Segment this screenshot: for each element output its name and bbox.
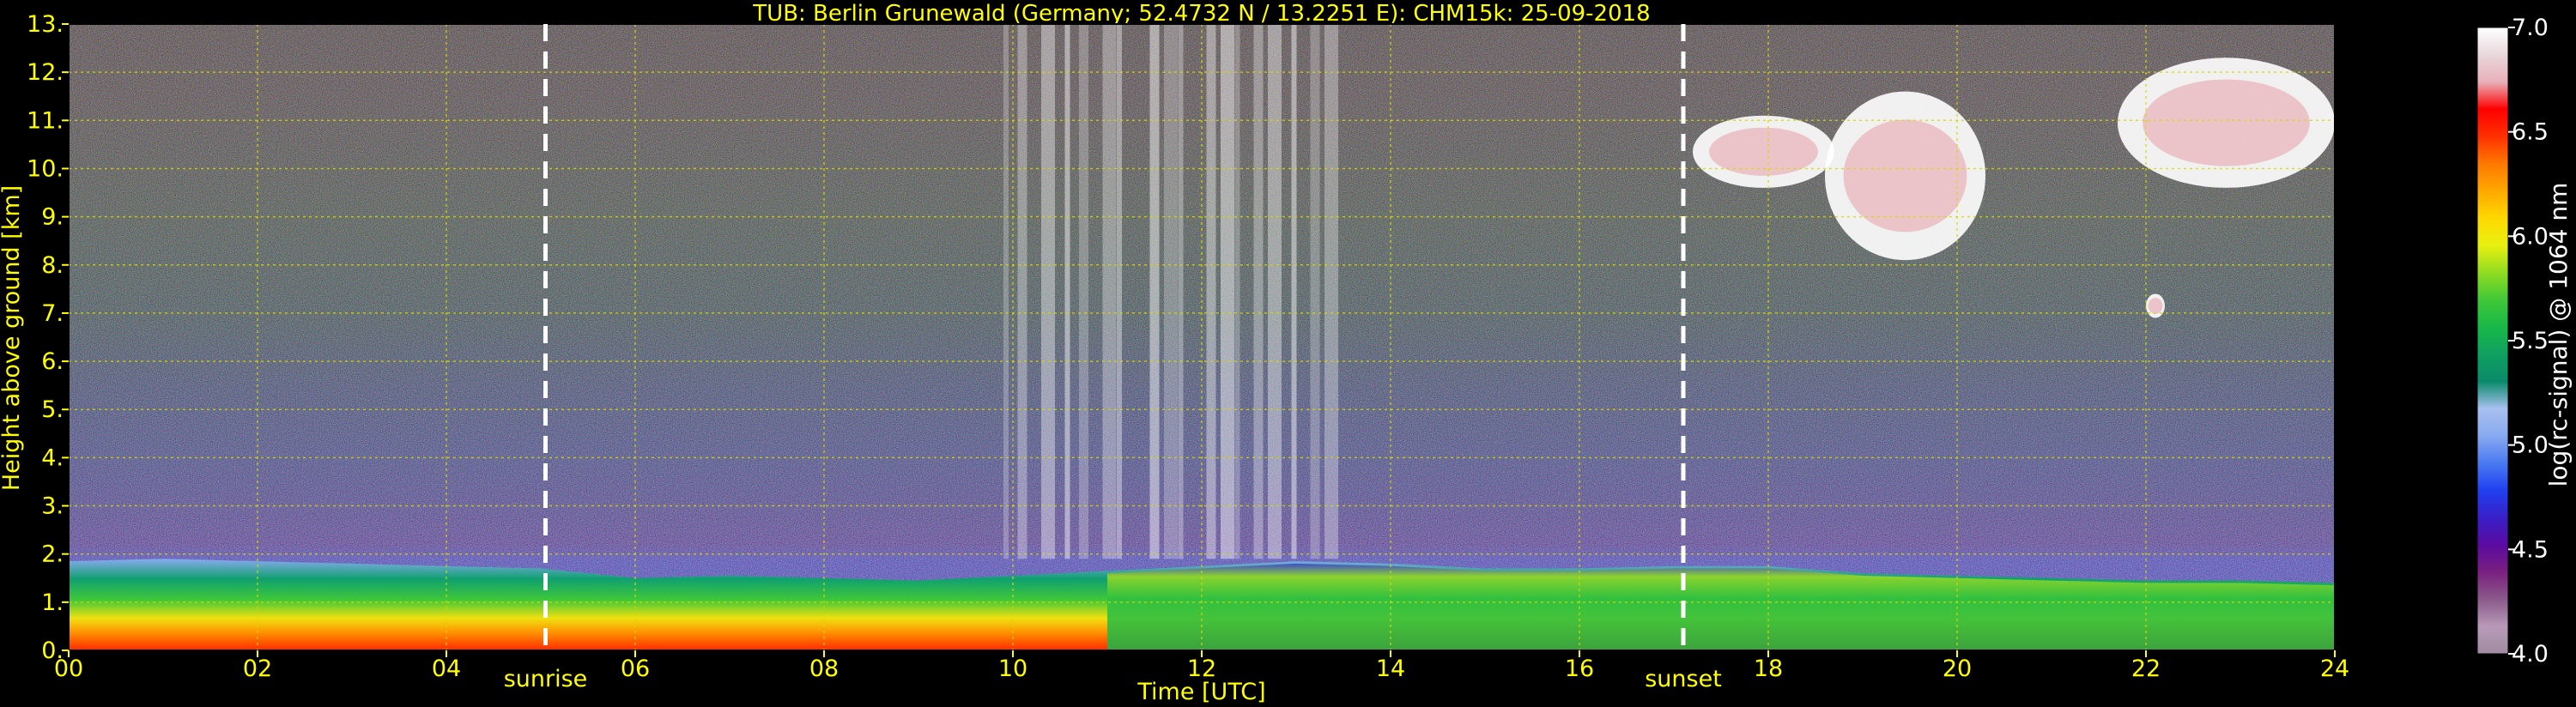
x-tick-label: 22 [2131,656,2161,682]
noise-streak [1253,24,1264,559]
noise-streak [1234,24,1240,559]
colorbar-tick-label: 5.0 [2512,432,2549,459]
noise-streak [1178,24,1184,559]
y-axis-label: Height above ground [km] [0,185,25,491]
noise-streak [1003,24,1009,559]
colorbar: 4.0 4.5 5.0 5.5 6.0 6.5 7.0 [2476,15,2549,668]
y-tick-label: 6. [41,348,64,375]
y-tick-label: 9. [41,204,64,231]
x-tick-label: 04 [432,656,461,682]
cloud-core [2143,79,2310,166]
colorbar-tick-label: 6.0 [2512,223,2549,250]
y-tick-label: 12. [27,59,64,86]
colorbar-tick-label: 5.5 [2512,328,2549,354]
noise-streak [1117,24,1122,559]
y-tick-label: 11. [27,107,64,134]
noise-streak [1017,24,1027,559]
y-tick-label: 4. [41,444,64,471]
chart-title: TUB: Berlin Grunewald (Germany; 52.4732 … [752,1,1650,27]
y-tick-label: 1. [41,589,64,616]
noise-streak [1041,24,1055,559]
colorbar-tick-label: 6.5 [2512,119,2549,146]
sun-marker-label: sunset [1645,666,1722,692]
y-tick-label: 2. [41,541,64,568]
ceilometer-figure: TUB: Berlin Grunewald (Germany; 52.4732 … [0,1,2573,705]
sun-marker-label: sunrise [504,666,588,692]
colorbar-tick-label: 4.0 [2512,641,2549,668]
x-tick-label: 02 [243,656,272,682]
x-tick-label: 08 [809,656,839,682]
y-tick-label: 0. [41,638,64,664]
y-tick-label: 13. [27,11,64,38]
x-tick-label: 20 [1943,656,1972,682]
x-tick-label: 14 [1376,656,1405,682]
colorbar-label: log(rc-signal) @ 1064 nm [2544,183,2573,487]
noise-streak [1164,24,1178,559]
x-axis: 00 02 04 06 08 10 12 14 16 18 20 22 24 [54,650,2349,682]
noise-streak [1291,24,1297,559]
y-tick-label: 8. [41,252,64,279]
colorbar-scale [2476,27,2509,655]
noise-streak [1064,24,1070,559]
y-tick-label: 10. [27,155,64,182]
colorbar-tick-label: 7.0 [2512,15,2549,41]
y-tick-label: 3. [41,493,64,520]
noise-streak [1268,24,1282,559]
noise-streak [1206,24,1216,559]
colorbar-tick-label: 4.5 [2512,536,2549,563]
x-tick-label: 16 [1565,656,1594,682]
x-tick-label: 10 [998,656,1027,682]
cloud-core [1843,119,1967,233]
noise-streak [1079,24,1088,559]
noise-streak [1102,24,1117,559]
x-tick-label: 18 [1754,656,1783,682]
x-tick-label: 06 [621,656,650,682]
noise-streak [1324,24,1338,559]
x-tick-label: 24 [2320,656,2349,682]
noise-streak [1221,24,1234,559]
noise-streak [1149,24,1160,559]
y-axis: 0. 1. 2. 3. 4. 5. 6. 7. 8. 9. 10. 11. 12. 13. [27,11,69,664]
noise-streak [1310,24,1320,559]
x-axis-label: Time [UTC] [1136,679,1265,705]
y-tick-label: 7. [41,300,64,327]
y-tick-label: 5. [41,396,64,423]
cloud-core [2148,298,2163,314]
